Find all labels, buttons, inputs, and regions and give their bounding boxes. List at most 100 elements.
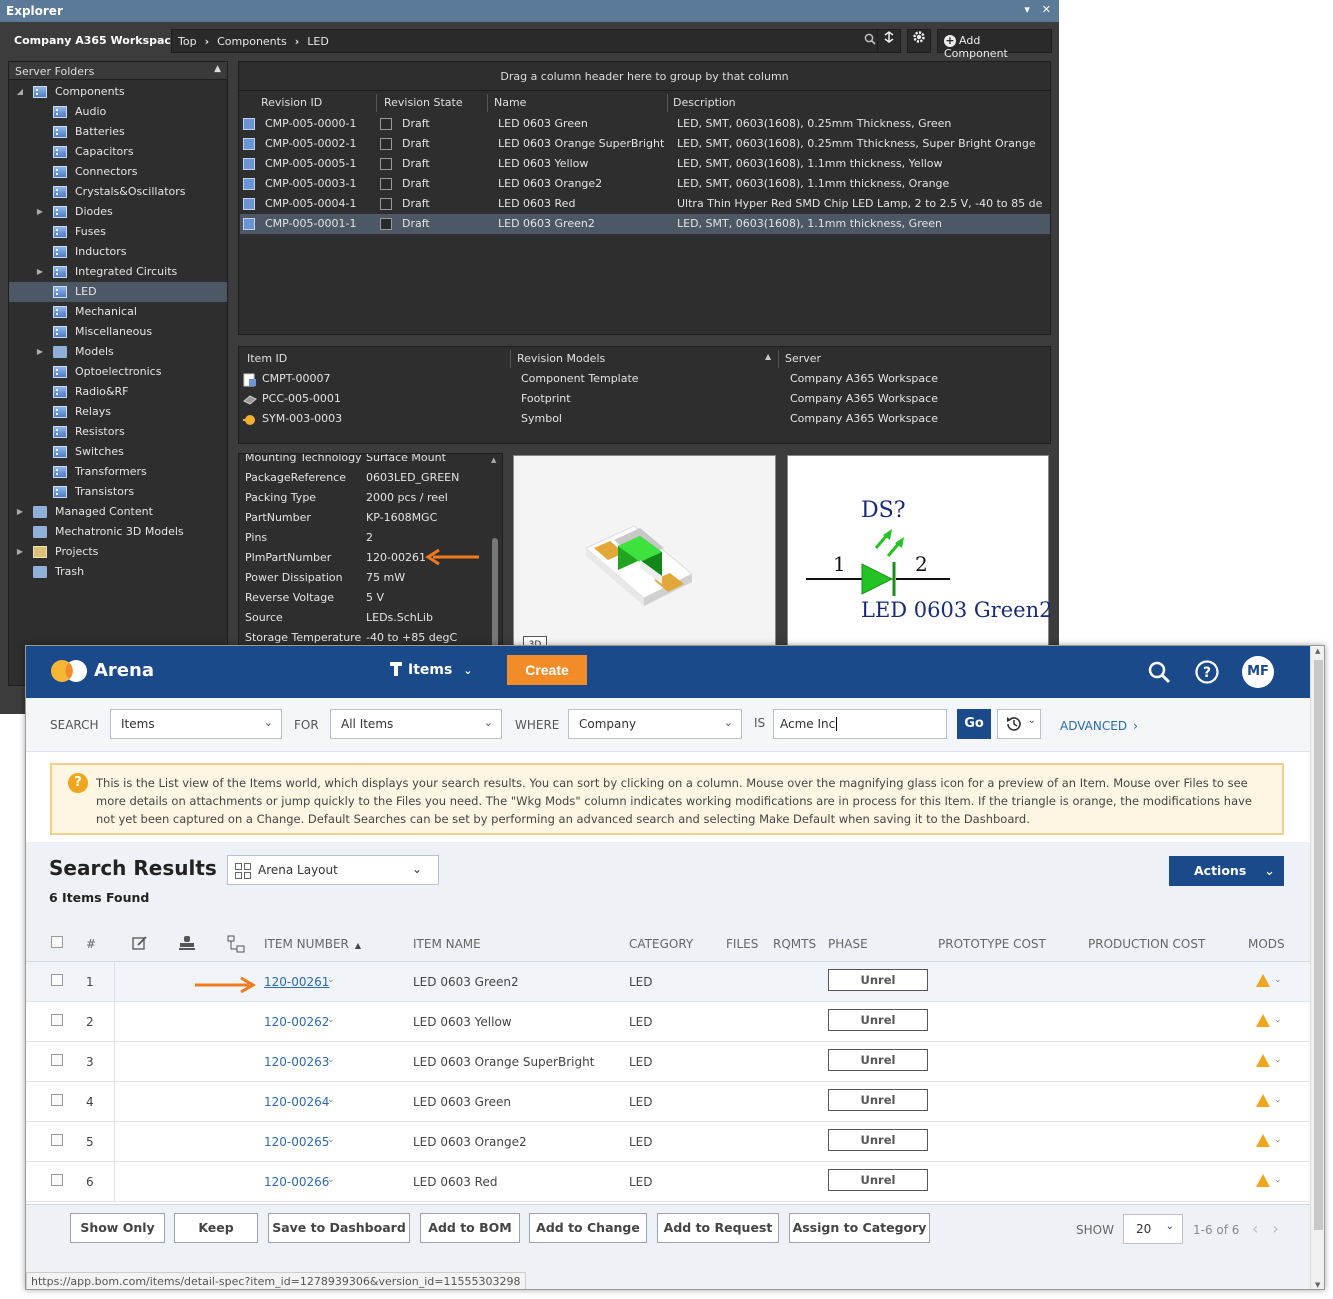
workspace-dropdown[interactable]: Company A365 Workspace ▾ <box>8 31 195 51</box>
folder-trash[interactable]: Trash <box>9 562 227 582</box>
row-checkbox[interactable] <box>51 1014 63 1026</box>
revision-row[interactable]: CMP-005-0001-1 Draft LED 0603 Green2 LED, S… <box>240 214 1050 234</box>
search-type-select[interactable]: Items ⌄ <box>110 709 282 739</box>
col-phase[interactable]: PHASE <box>828 937 868 951</box>
for-select[interactable]: All Items ⌄ <box>330 709 502 739</box>
warning-triangle-icon[interactable] <box>1256 1054 1270 1067</box>
parameter-row[interactable]: Power Dissipation 75 mW <box>239 568 489 588</box>
folder-transformers[interactable]: Transformers <box>9 462 227 482</box>
parameter-row[interactable]: Pins 2 <box>239 528 489 548</box>
warning-triangle-icon[interactable] <box>1256 1014 1270 1027</box>
item-number-link[interactable]: 120-00264 <box>264 1095 329 1109</box>
col-production-cost[interactable]: PRODUCTION COST <box>1088 937 1205 951</box>
revision-row[interactable]: CMP-005-0005-1 Draft LED 0603 Yellow LED, S… <box>240 154 1050 174</box>
settings-button[interactable] <box>907 29 931 53</box>
scroll-down-icon[interactable]: ▼ <box>1315 1281 1320 1289</box>
schematic-preview[interactable]: DS? 1 2 LED 0603 Green2 <box>787 455 1052 655</box>
folder-inductors[interactable]: Inductors <box>9 242 227 262</box>
chevron-down-icon[interactable]: ⌄ <box>1274 1055 1282 1065</box>
scroll-thumb[interactable] <box>492 538 498 648</box>
breadcrumb[interactable]: Top › Components › LED <box>171 29 885 53</box>
next-page-icon[interactable]: › <box>1272 1219 1278 1238</box>
col-item-id[interactable]: Item ID <box>241 350 511 368</box>
model-row[interactable]: SYM-003-0003 Symbol Company A365 Workspace <box>240 409 1050 429</box>
model-row[interactable]: CMPT-00007 Component Template Company A365… <box>240 369 1050 389</box>
folder-miscellaneous[interactable]: Miscellaneous <box>9 322 227 342</box>
revision-row[interactable]: CMP-005-0002-1 Draft LED 0603 Orange Super… <box>240 134 1050 154</box>
col-revision-models[interactable]: Revision Models <box>511 350 779 368</box>
folder-components[interactable]: ◢ Components <box>9 82 227 102</box>
revision-checkbox[interactable] <box>380 138 392 150</box>
chevron-down-icon[interactable]: ⌄ <box>327 1015 335 1025</box>
is-value-input[interactable]: Acme Inc <box>773 709 947 739</box>
chevron-down-icon[interactable]: ⌄ <box>1274 975 1282 985</box>
col-server[interactable]: Server <box>779 350 1049 368</box>
table-row[interactable]: 6 120-00266 ⌄ LED 0603 Red LED Unrel ⌄ <box>26 1162 1310 1202</box>
folder-mechatronic-3d-models[interactable]: Mechatronic 3D Models <box>9 522 227 542</box>
folder-projects[interactable]: ▶ Projects <box>9 542 227 562</box>
page-size-select[interactable]: 20 ⌄ <box>1123 1214 1183 1244</box>
row-checkbox[interactable] <box>51 1174 63 1186</box>
hierarchy-icon[interactable] <box>227 935 245 953</box>
folder-integrated-circuits[interactable]: ▶ Integrated Circuits <box>9 262 227 282</box>
warning-triangle-icon[interactable] <box>1256 974 1270 987</box>
expand-icon[interactable]: ▶ <box>15 542 25 562</box>
where-select[interactable]: Company ⌄ <box>568 709 742 739</box>
scroll-thumb[interactable] <box>1314 660 1323 1230</box>
advanced-search-link[interactable]: ADVANCED › <box>1060 719 1138 733</box>
refresh-button[interactable] <box>877 29 901 53</box>
expand-icon[interactable]: ▶ <box>35 202 45 222</box>
breadcrumb-led[interactable]: LED <box>307 35 329 48</box>
save-to-dashboard-button[interactable]: Save to Dashboard <box>268 1213 410 1243</box>
collapse-icon[interactable]: ◢ <box>15 82 25 102</box>
folder-audio[interactable]: Audio <box>9 102 227 122</box>
add-to-bom-button[interactable]: Add to BOM <box>420 1213 520 1243</box>
panel-menu-icon[interactable]: ▾ <box>1024 3 1030 16</box>
chevron-down-icon[interactable]: ⌄ <box>327 1055 335 1065</box>
col-revision-state[interactable]: Revision State <box>380 94 488 112</box>
revision-row[interactable]: CMP-005-0000-1 Draft LED 0603 Green LED, SM… <box>240 114 1050 134</box>
folder-mechanical[interactable]: Mechanical <box>9 302 227 322</box>
parameter-row[interactable]: Source LEDs.SchLib <box>239 608 489 628</box>
table-row[interactable]: 5 120-00265 ⌄ LED 0603 Orange2 LED Unrel ⌄ <box>26 1122 1310 1162</box>
show-only-button[interactable]: Show Only <box>70 1213 165 1243</box>
avatar[interactable]: MF <box>1242 656 1274 688</box>
row-checkbox[interactable] <box>51 974 63 986</box>
item-number-link[interactable]: 120-00263 <box>264 1055 329 1069</box>
col-files[interactable]: FILES <box>726 937 758 951</box>
folder-radio-rf[interactable]: Radio&RF <box>9 382 227 402</box>
col-category[interactable]: CATEGORY <box>629 937 693 951</box>
model-row[interactable]: PCC-005-0001 Footprint Company A365 Worksp… <box>240 389 1050 409</box>
revision-checkbox[interactable] <box>380 158 392 170</box>
add-to-change-button[interactable]: Add to Change <box>529 1213 647 1243</box>
row-checkbox[interactable] <box>51 1094 63 1106</box>
parameter-row[interactable]: Mounting Technology Surface Mount <box>239 454 489 468</box>
chevron-down-icon[interactable]: ⌄ <box>1274 1135 1282 1145</box>
layout-select[interactable]: Arena Layout ⌄ <box>227 855 439 885</box>
col-item-number[interactable]: ITEM NUMBER ▲ <box>264 937 361 951</box>
col-prototype-cost[interactable]: PROTOTYPE COST <box>938 937 1046 951</box>
col-mods[interactable]: MODS <box>1248 937 1285 951</box>
item-number-link[interactable]: 120-00261 <box>264 975 329 989</box>
breadcrumb-top[interactable]: Top <box>178 35 197 48</box>
parameters-scrollbar[interactable]: ▲ <box>491 456 498 648</box>
revision-checkbox[interactable] <box>380 218 392 230</box>
folder-switches[interactable]: Switches <box>9 442 227 462</box>
parameter-row[interactable]: PackageReference 0603LED_GREEN <box>239 468 489 488</box>
create-button[interactable]: Create <box>507 655 587 685</box>
edit-icon[interactable] <box>132 935 148 951</box>
expand-icon[interactable]: ▶ <box>35 262 45 282</box>
table-row[interactable]: 3 120-00263 ⌄ LED 0603 Orange SuperBright LE… <box>26 1042 1310 1082</box>
folder-fuses[interactable]: Fuses <box>9 222 227 242</box>
parameter-row[interactable]: Packing Type 2000 pcs / reel <box>239 488 489 508</box>
warning-triangle-icon[interactable] <box>1256 1134 1270 1147</box>
go-button[interactable]: Go <box>957 709 991 739</box>
revision-checkbox[interactable] <box>380 118 392 130</box>
row-checkbox[interactable] <box>51 1054 63 1066</box>
search-icon[interactable] <box>864 33 876 49</box>
close-icon[interactable]: ✕ <box>1042 3 1051 16</box>
chevron-down-icon[interactable]: ⌄ <box>1274 1095 1282 1105</box>
items-menu[interactable]: Items ⌄ <box>390 662 472 678</box>
prev-page-icon[interactable]: ‹ <box>1252 1219 1258 1238</box>
folder-relays[interactable]: Relays <box>9 402 227 422</box>
